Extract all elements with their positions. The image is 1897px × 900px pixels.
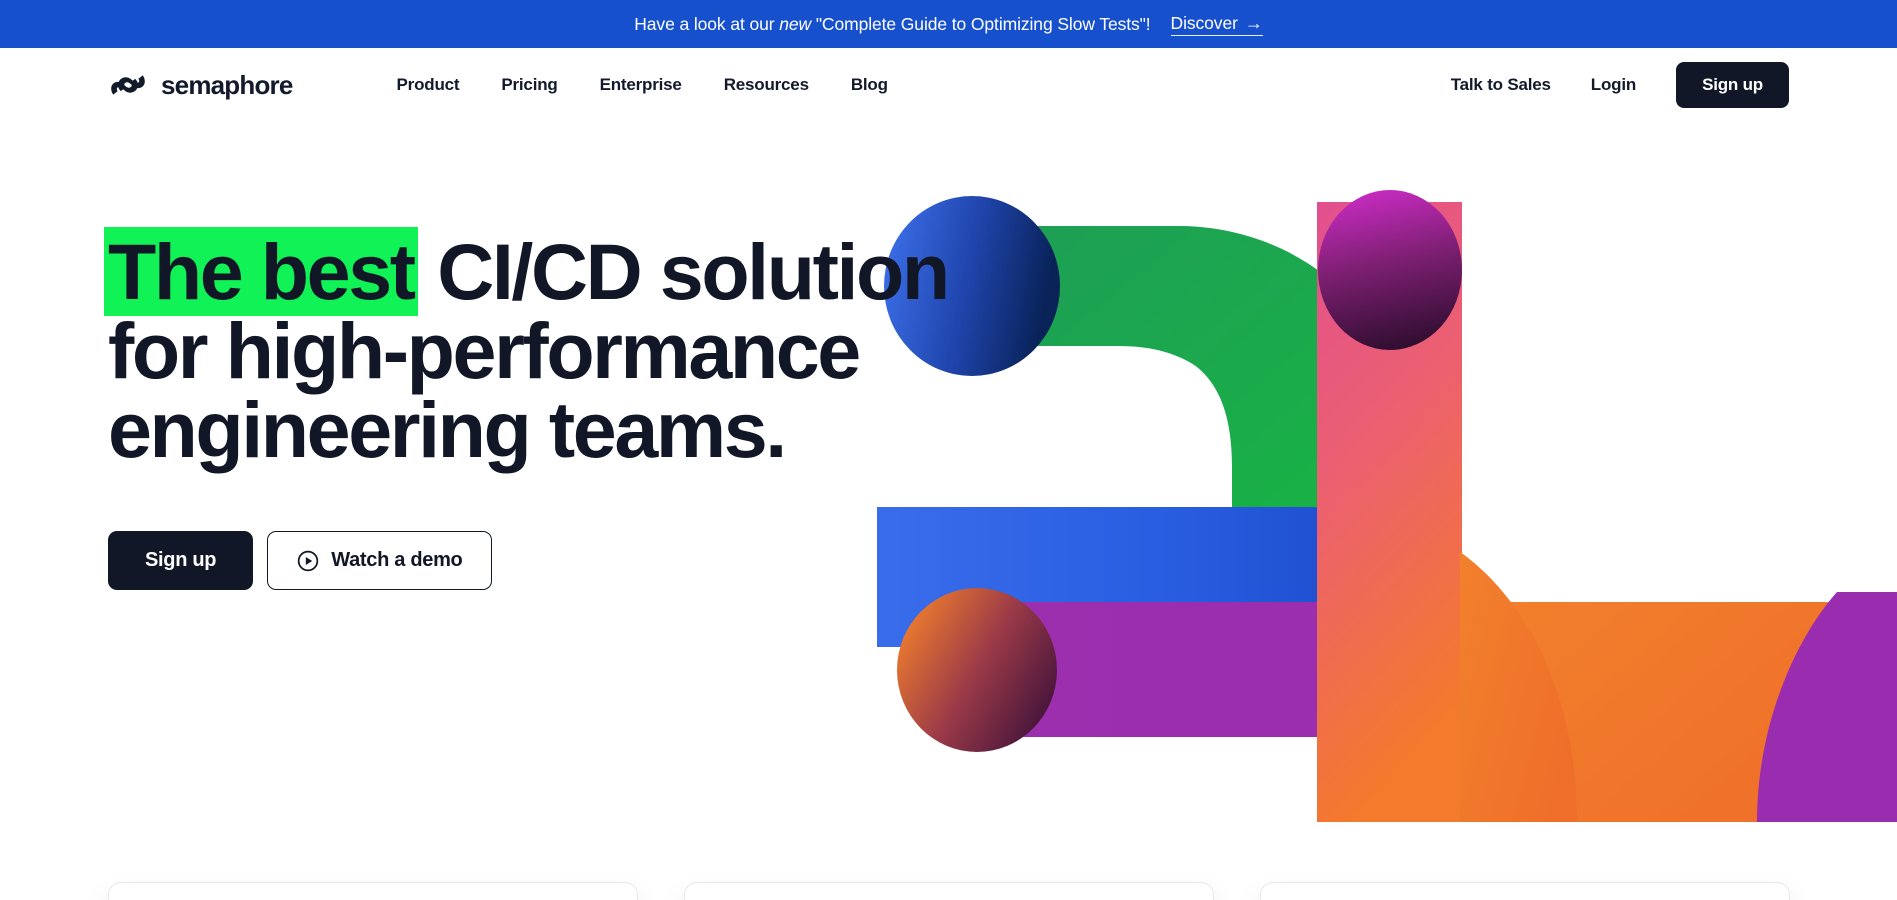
announcement-text: Have a look at our new "Complete Guide t… bbox=[634, 14, 1150, 35]
talk-to-sales-link[interactable]: Talk to Sales bbox=[1451, 75, 1551, 95]
hero-signup-button[interactable]: Sign up bbox=[108, 531, 254, 590]
header-signup-button[interactable]: Sign up bbox=[1676, 62, 1789, 108]
feature-card-3[interactable] bbox=[1260, 882, 1790, 900]
feature-card-1[interactable] bbox=[108, 882, 638, 900]
nav-item-resources[interactable]: Resources bbox=[724, 65, 851, 105]
feature-cards bbox=[108, 882, 1790, 900]
watch-demo-label: Watch a demo bbox=[331, 549, 463, 571]
semaphore-ribbon-icon bbox=[108, 72, 148, 98]
hero-section: The best CI/CD solution for high-perform… bbox=[0, 122, 1897, 900]
nav-item-enterprise[interactable]: Enterprise bbox=[600, 65, 724, 105]
headline-line-1-rest: CI/CD solution bbox=[417, 227, 950, 316]
announcement-emphasis: new bbox=[779, 13, 812, 34]
discover-link[interactable]: Discover → bbox=[1170, 12, 1263, 36]
main-nav: Product Pricing Enterprise Resources Blo… bbox=[397, 65, 930, 105]
headline-line-2: for high-performance bbox=[108, 306, 861, 395]
hero-copy: The best CI/CD solution for high-perform… bbox=[104, 227, 1058, 590]
feature-card-2[interactable] bbox=[684, 882, 1214, 900]
watch-demo-button[interactable]: Watch a demo bbox=[267, 531, 493, 590]
nav-item-pricing[interactable]: Pricing bbox=[501, 65, 599, 105]
headline-highlight: The best bbox=[104, 227, 418, 316]
logo-wordmark: semaphore bbox=[161, 69, 293, 100]
announcement-banner: Have a look at our new "Complete Guide t… bbox=[0, 0, 1897, 48]
logo[interactable]: semaphore bbox=[108, 70, 293, 101]
nav-item-product[interactable]: Product bbox=[397, 65, 502, 105]
header-actions: Talk to Sales Login Sign up bbox=[1451, 62, 1789, 108]
site-header: semaphore Product Pricing Enterprise Res… bbox=[0, 48, 1897, 122]
login-link[interactable]: Login bbox=[1591, 75, 1636, 95]
nav-item-blog[interactable]: Blog bbox=[851, 65, 930, 105]
discover-label: Discover bbox=[1170, 12, 1238, 33]
page-title: The best CI/CD solution for high-perform… bbox=[104, 227, 1058, 474]
page-root: Have a look at our new "Complete Guide t… bbox=[0, 0, 1897, 900]
arrow-right-icon: → bbox=[1244, 13, 1263, 33]
hero-cta-row: Sign up Watch a demo bbox=[108, 531, 1058, 590]
headline-line-1: The best CI/CD solution bbox=[104, 227, 1058, 316]
play-circle-icon bbox=[297, 550, 319, 572]
announcement-text-after: "Complete Guide to Optimizing Slow Tests… bbox=[811, 13, 1151, 34]
headline-line-3: engineering teams. bbox=[108, 385, 787, 474]
announcement-text-before: Have a look at our bbox=[634, 13, 780, 34]
